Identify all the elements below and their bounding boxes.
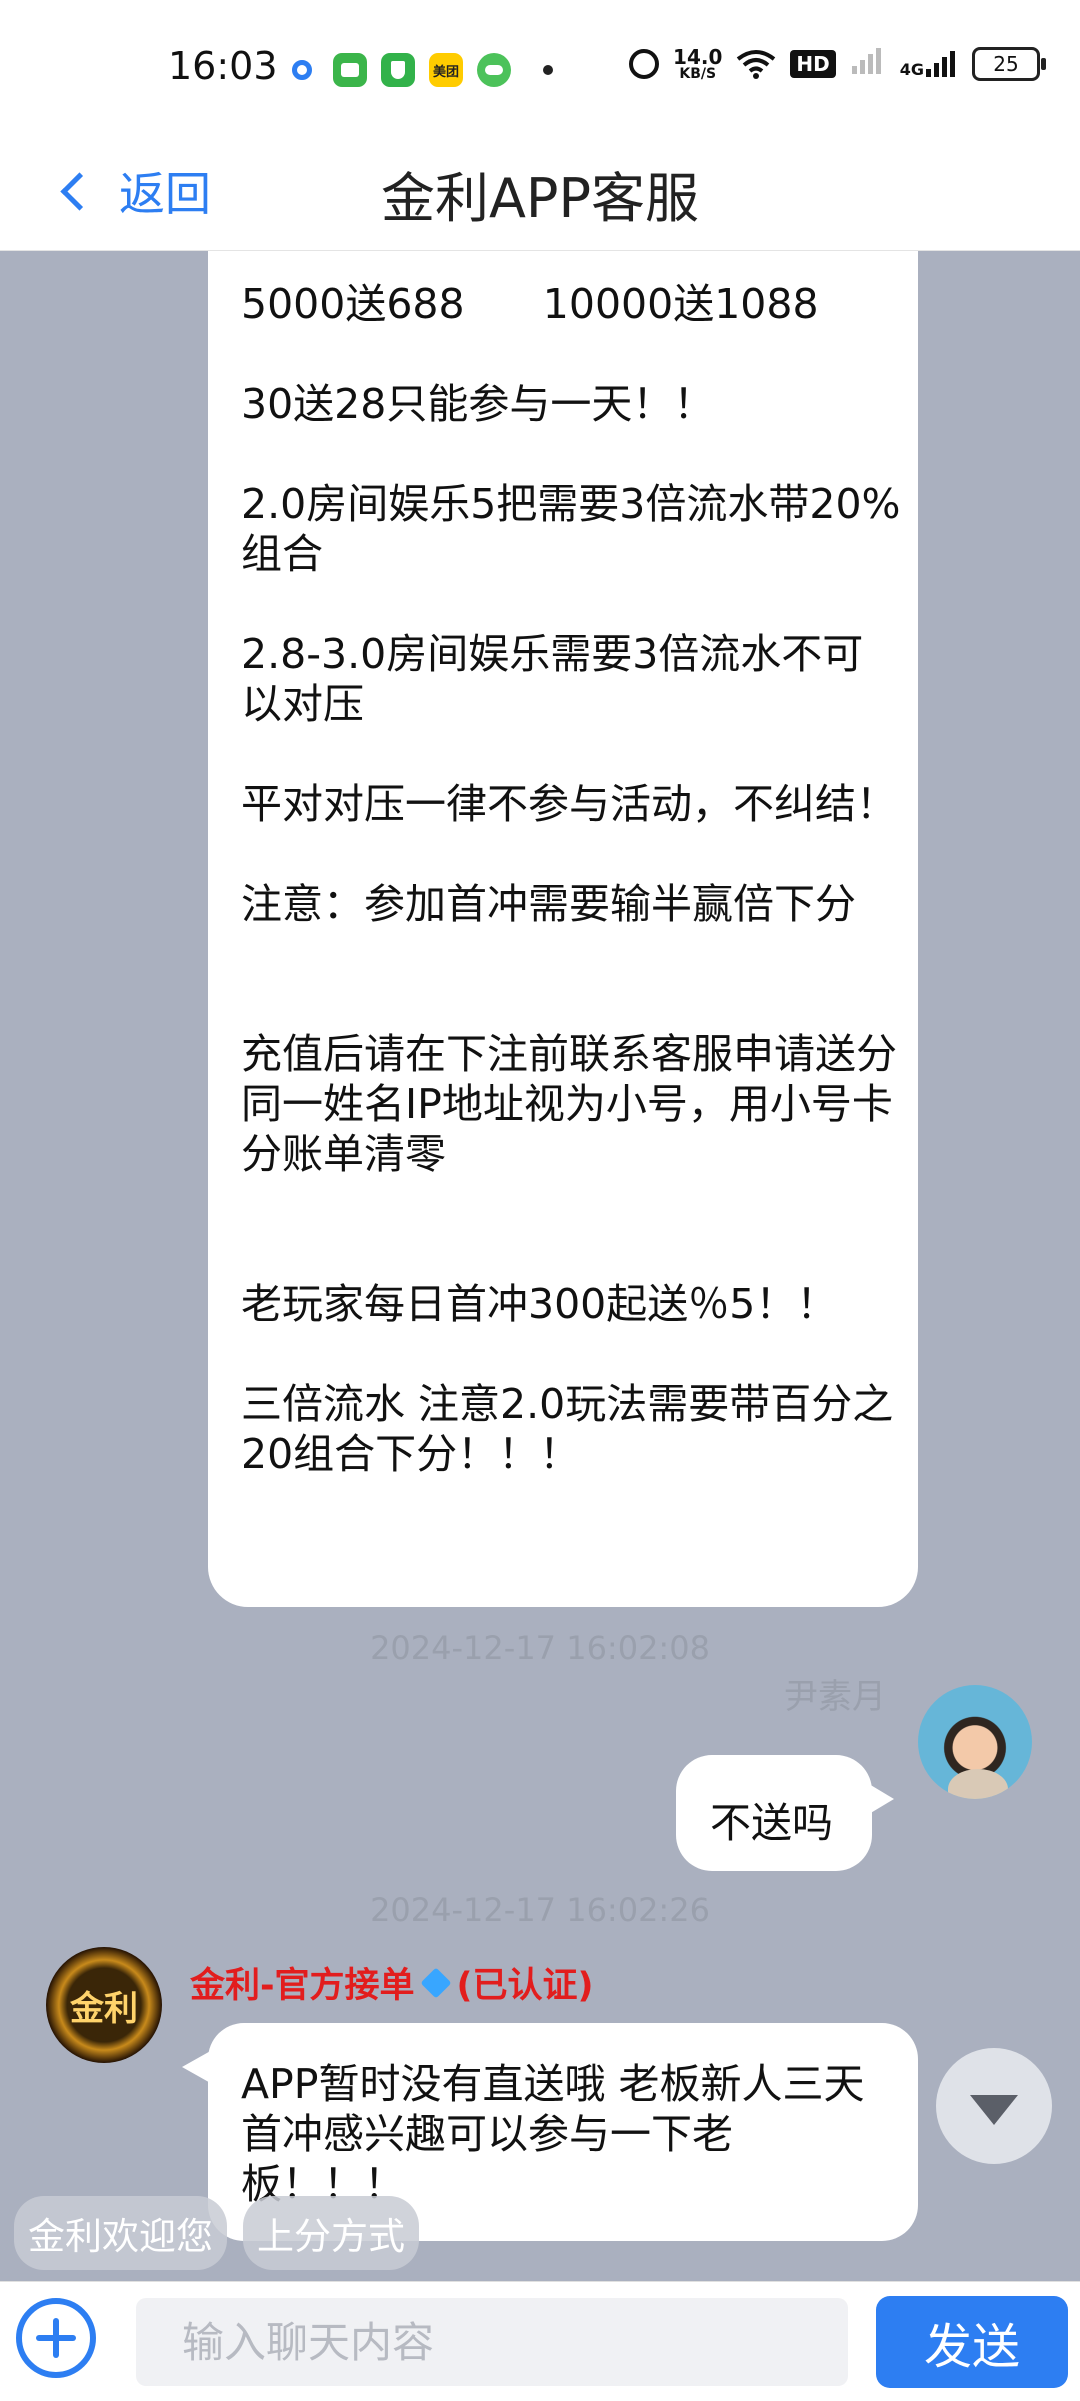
status-time: 16:03 bbox=[168, 44, 278, 88]
quick-replies: 金利欢迎您 上分方式 bbox=[14, 2196, 419, 2270]
location-icon bbox=[285, 53, 319, 87]
scroll-to-bottom-button[interactable] bbox=[936, 2048, 1052, 2164]
hd-icon: HD bbox=[790, 50, 836, 78]
battery-icon: 25 bbox=[972, 47, 1046, 81]
plus-icon[interactable] bbox=[16, 2298, 96, 2378]
sender-name: 金利-官方接单 (已认证) bbox=[190, 1957, 594, 2008]
message-text: 5000送688 10000送1088 30送28只能参与一天！！ 2.0房间娱… bbox=[241, 280, 901, 1478]
message-bubble-incoming[interactable]: 5000送688 10000送1088 30送28只能参与一天！！ 2.0房间娱… bbox=[208, 251, 918, 1607]
sender-name: 尹素月 bbox=[784, 1677, 886, 1717]
user-avatar[interactable] bbox=[918, 1685, 1032, 1799]
chat-area[interactable]: 5000送688 10000送1088 30送28只能参与一天！！ 2.0房间娱… bbox=[0, 251, 1080, 2281]
messages-icon bbox=[333, 53, 367, 87]
verified-label: (已认证) bbox=[456, 1966, 594, 2006]
service-avatar[interactable]: 金利 bbox=[46, 1947, 162, 2063]
signal-weak-icon bbox=[850, 46, 886, 82]
wifi-icon bbox=[736, 49, 776, 79]
shield-icon bbox=[381, 53, 415, 87]
message-text: APP暂时没有直送哦 老板新人三天首冲感兴趣可以参与一下老板！！！ bbox=[241, 2060, 865, 2208]
chat-app-icon bbox=[477, 53, 511, 87]
message-timestamp: 2024-12-17 16:02:26 bbox=[370, 1891, 710, 1929]
meituan-icon: 美团 bbox=[429, 53, 463, 87]
notification-icons: 美团 bbox=[285, 48, 553, 92]
network-speed: 14.0 KB/S bbox=[673, 45, 723, 82]
dot-icon bbox=[543, 65, 553, 75]
signal-4g-icon: 4G bbox=[900, 49, 958, 79]
message-input[interactable] bbox=[136, 2298, 848, 2386]
send-button[interactable]: 发送 bbox=[876, 2296, 1068, 2388]
message-text: 不送吗 bbox=[710, 1799, 833, 1847]
message-bubble-outgoing[interactable]: 不送吗 bbox=[676, 1755, 894, 1871]
quick-reply-chip[interactable]: 上分方式 bbox=[243, 2196, 419, 2270]
page-title: 金利APP客服 bbox=[380, 167, 700, 230]
system-status: 14.0 KB/S HD 4G 25 bbox=[629, 45, 1046, 82]
quick-reply-chip[interactable]: 金利欢迎您 bbox=[14, 2196, 227, 2270]
verified-diamond-icon bbox=[419, 1966, 452, 1999]
alarm-icon bbox=[629, 49, 660, 79]
status-bar: 16:03 美团 14.0 KB/S HD 4G 25 bbox=[0, 0, 1080, 130]
triangle-down-icon bbox=[970, 2095, 1018, 2125]
message-timestamp: 2024-12-17 16:02:08 bbox=[370, 1629, 710, 1667]
input-bar: 发送 bbox=[0, 2281, 1080, 2401]
title-bar: 返回 金利APP客服 bbox=[0, 130, 1080, 251]
